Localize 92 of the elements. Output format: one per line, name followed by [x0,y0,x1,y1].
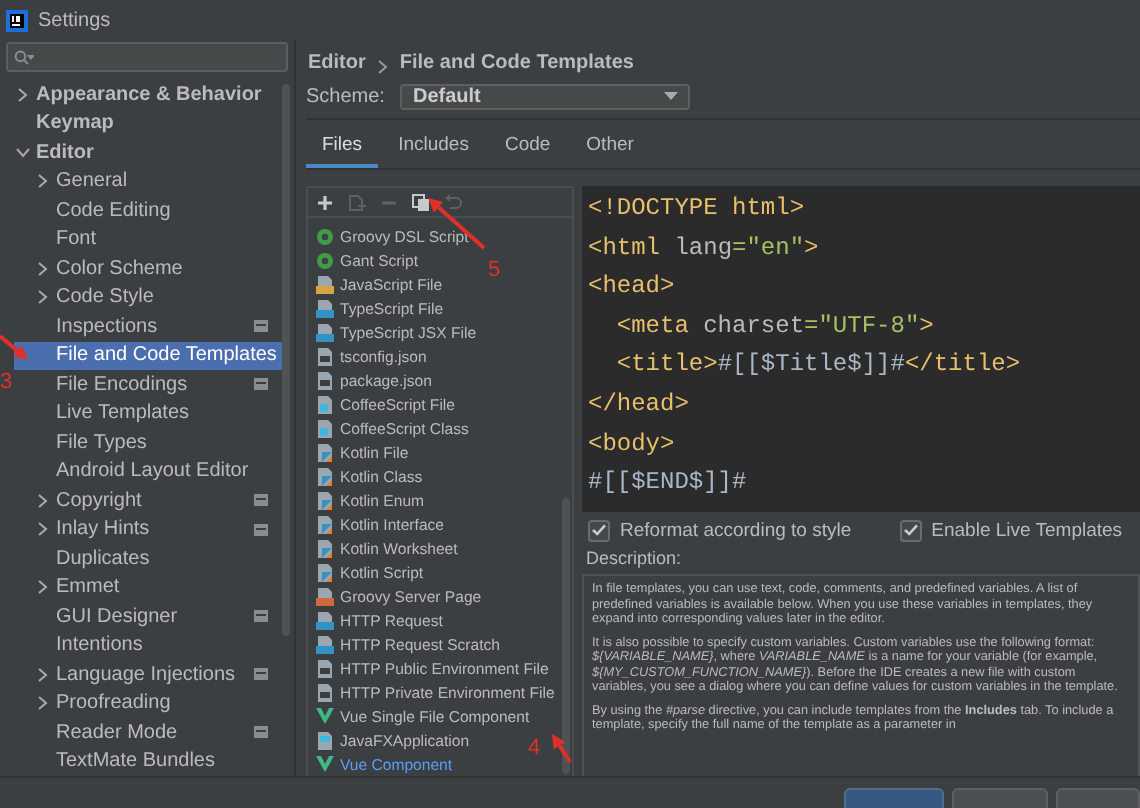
project-scope-icon [254,320,268,333]
code-line: <html lang="en"> [586,231,821,266]
checkbox[interactable] [899,519,922,541]
code-editor[interactable]: <!DOCTYPE html> <html lang="en"> <head> <meta charset="UTF-8"> <title>#[[$Title$]]#</title> </head> <body> #[[$END$]]# [582,186,1140,512]
annotation-number: 4 [528,738,541,760]
project-scope-icon [254,726,268,739]
tree-item[interactable]: File and Code Templates [14,341,282,370]
breadcrumb-separator-icon [377,60,388,74]
code-line: #[[$END$]]# [586,466,749,501]
typescript-file-icon [316,323,334,341]
javafx-file-icon [316,731,334,749]
tab[interactable]: Includes [382,124,485,168]
checkbox-label[interactable]: Enable Live Templates [931,519,1123,541]
checkbox-label[interactable]: Reformat according to style [620,519,852,541]
code-line: </head> [586,387,691,422]
project-scope-icon [254,378,268,391]
app-logo-icon [6,9,28,31]
tree-item[interactable]: File Types [14,428,282,457]
tree-item[interactable]: Copyright [14,486,282,515]
annotation-arrow [428,198,486,250]
tree-item[interactable]: General [14,167,282,196]
window-title: Settings [38,9,111,31]
tab[interactable]: Files [306,124,379,168]
annotation-number: 3 [0,372,13,394]
tree-item[interactable]: Android Layout Editor [14,457,282,486]
json-file-icon [316,659,334,677]
collapsed-chevron-icon[interactable] [37,174,47,189]
json-file-icon [316,347,334,365]
code-line: <body> [586,427,677,462]
copy-icon[interactable] [412,193,430,211]
groovy-page-icon [316,587,334,605]
expanded-chevron-icon[interactable] [15,147,29,158]
scheme-dropdown[interactable]: Default [400,83,691,109]
json-file-icon [316,683,334,701]
collapsed-chevron-icon[interactable] [17,87,27,102]
dropdown-caret-icon [664,92,679,100]
code-line: <title>#[[$Title$]]#</title> [614,348,1023,383]
project-scope-icon [254,668,268,681]
code-line: <!DOCTYPE html> [586,192,807,226]
http-file-icon [316,611,334,629]
breadcrumb-item[interactable]: Editor [308,52,366,74]
annotation-number: 5 [488,260,501,282]
vue-icon [316,708,334,724]
tree-item[interactable]: Language Injections [14,660,282,689]
coffeescript-file-icon [316,419,334,437]
tree-item[interactable]: Appearance & Behavior [14,80,282,109]
search-icon [14,49,34,65]
vue-icon [316,756,334,772]
tree-item[interactable]: File Encodings [14,370,282,399]
tree-item[interactable]: Live Templates [14,399,282,428]
tree-item[interactable]: Code Style [14,283,282,312]
tree-item[interactable]: Intentions [14,631,282,660]
tree-item[interactable]: Emmet [14,573,282,602]
tree-item[interactable]: TextMate Bundles [14,747,282,776]
tree-item[interactable]: Proofreading [14,689,282,718]
scheme-label: Scheme: [306,85,385,107]
typescript-file-icon [316,299,334,317]
json-file-icon [316,371,334,389]
search-field[interactable] [6,42,288,72]
tree-item[interactable]: GUI Designer [14,602,282,631]
tree-item[interactable]: Editor [14,138,282,167]
kotlin-file-icon [316,443,334,461]
tab[interactable]: Code [488,124,567,168]
annotation-arrow [552,734,572,764]
breadcrumb-item: File and Code Templates [399,52,634,74]
annotation-arrow [0,334,28,360]
kotlin-file-icon [316,515,334,533]
description-label: Description: [584,548,684,570]
tree-item[interactable]: Reader Mode [14,718,282,747]
project-scope-icon [254,523,268,536]
project-scope-icon [254,494,268,507]
checkbox[interactable] [588,519,610,541]
kotlin-file-icon [316,467,334,485]
kotlin-file-icon [316,539,334,557]
project-scope-icon [254,610,268,623]
tree-item[interactable]: Duplicates [14,544,282,573]
tree-item[interactable]: Inlay Hints [14,515,282,544]
tree-item[interactable]: Font [14,225,282,254]
tree-item[interactable]: Keymap [14,109,282,138]
http-file-icon [316,635,334,653]
collapsed-chevron-icon[interactable] [37,580,47,595]
tree-item[interactable]: Code Editing [14,196,282,225]
plus-icon[interactable] [316,193,334,211]
code-line: <head> [586,270,677,305]
javascript-file-icon [316,275,334,293]
kotlin-file-icon [316,563,334,581]
tree-item[interactable]: Inspections [14,312,282,341]
tab[interactable]: Other [570,124,650,168]
tree-item[interactable]: Color Scheme [14,254,282,283]
code-line: <meta charset="UTF-8"> [614,309,936,344]
coffeescript-file-icon [316,395,334,413]
kotlin-file-icon [316,491,334,509]
